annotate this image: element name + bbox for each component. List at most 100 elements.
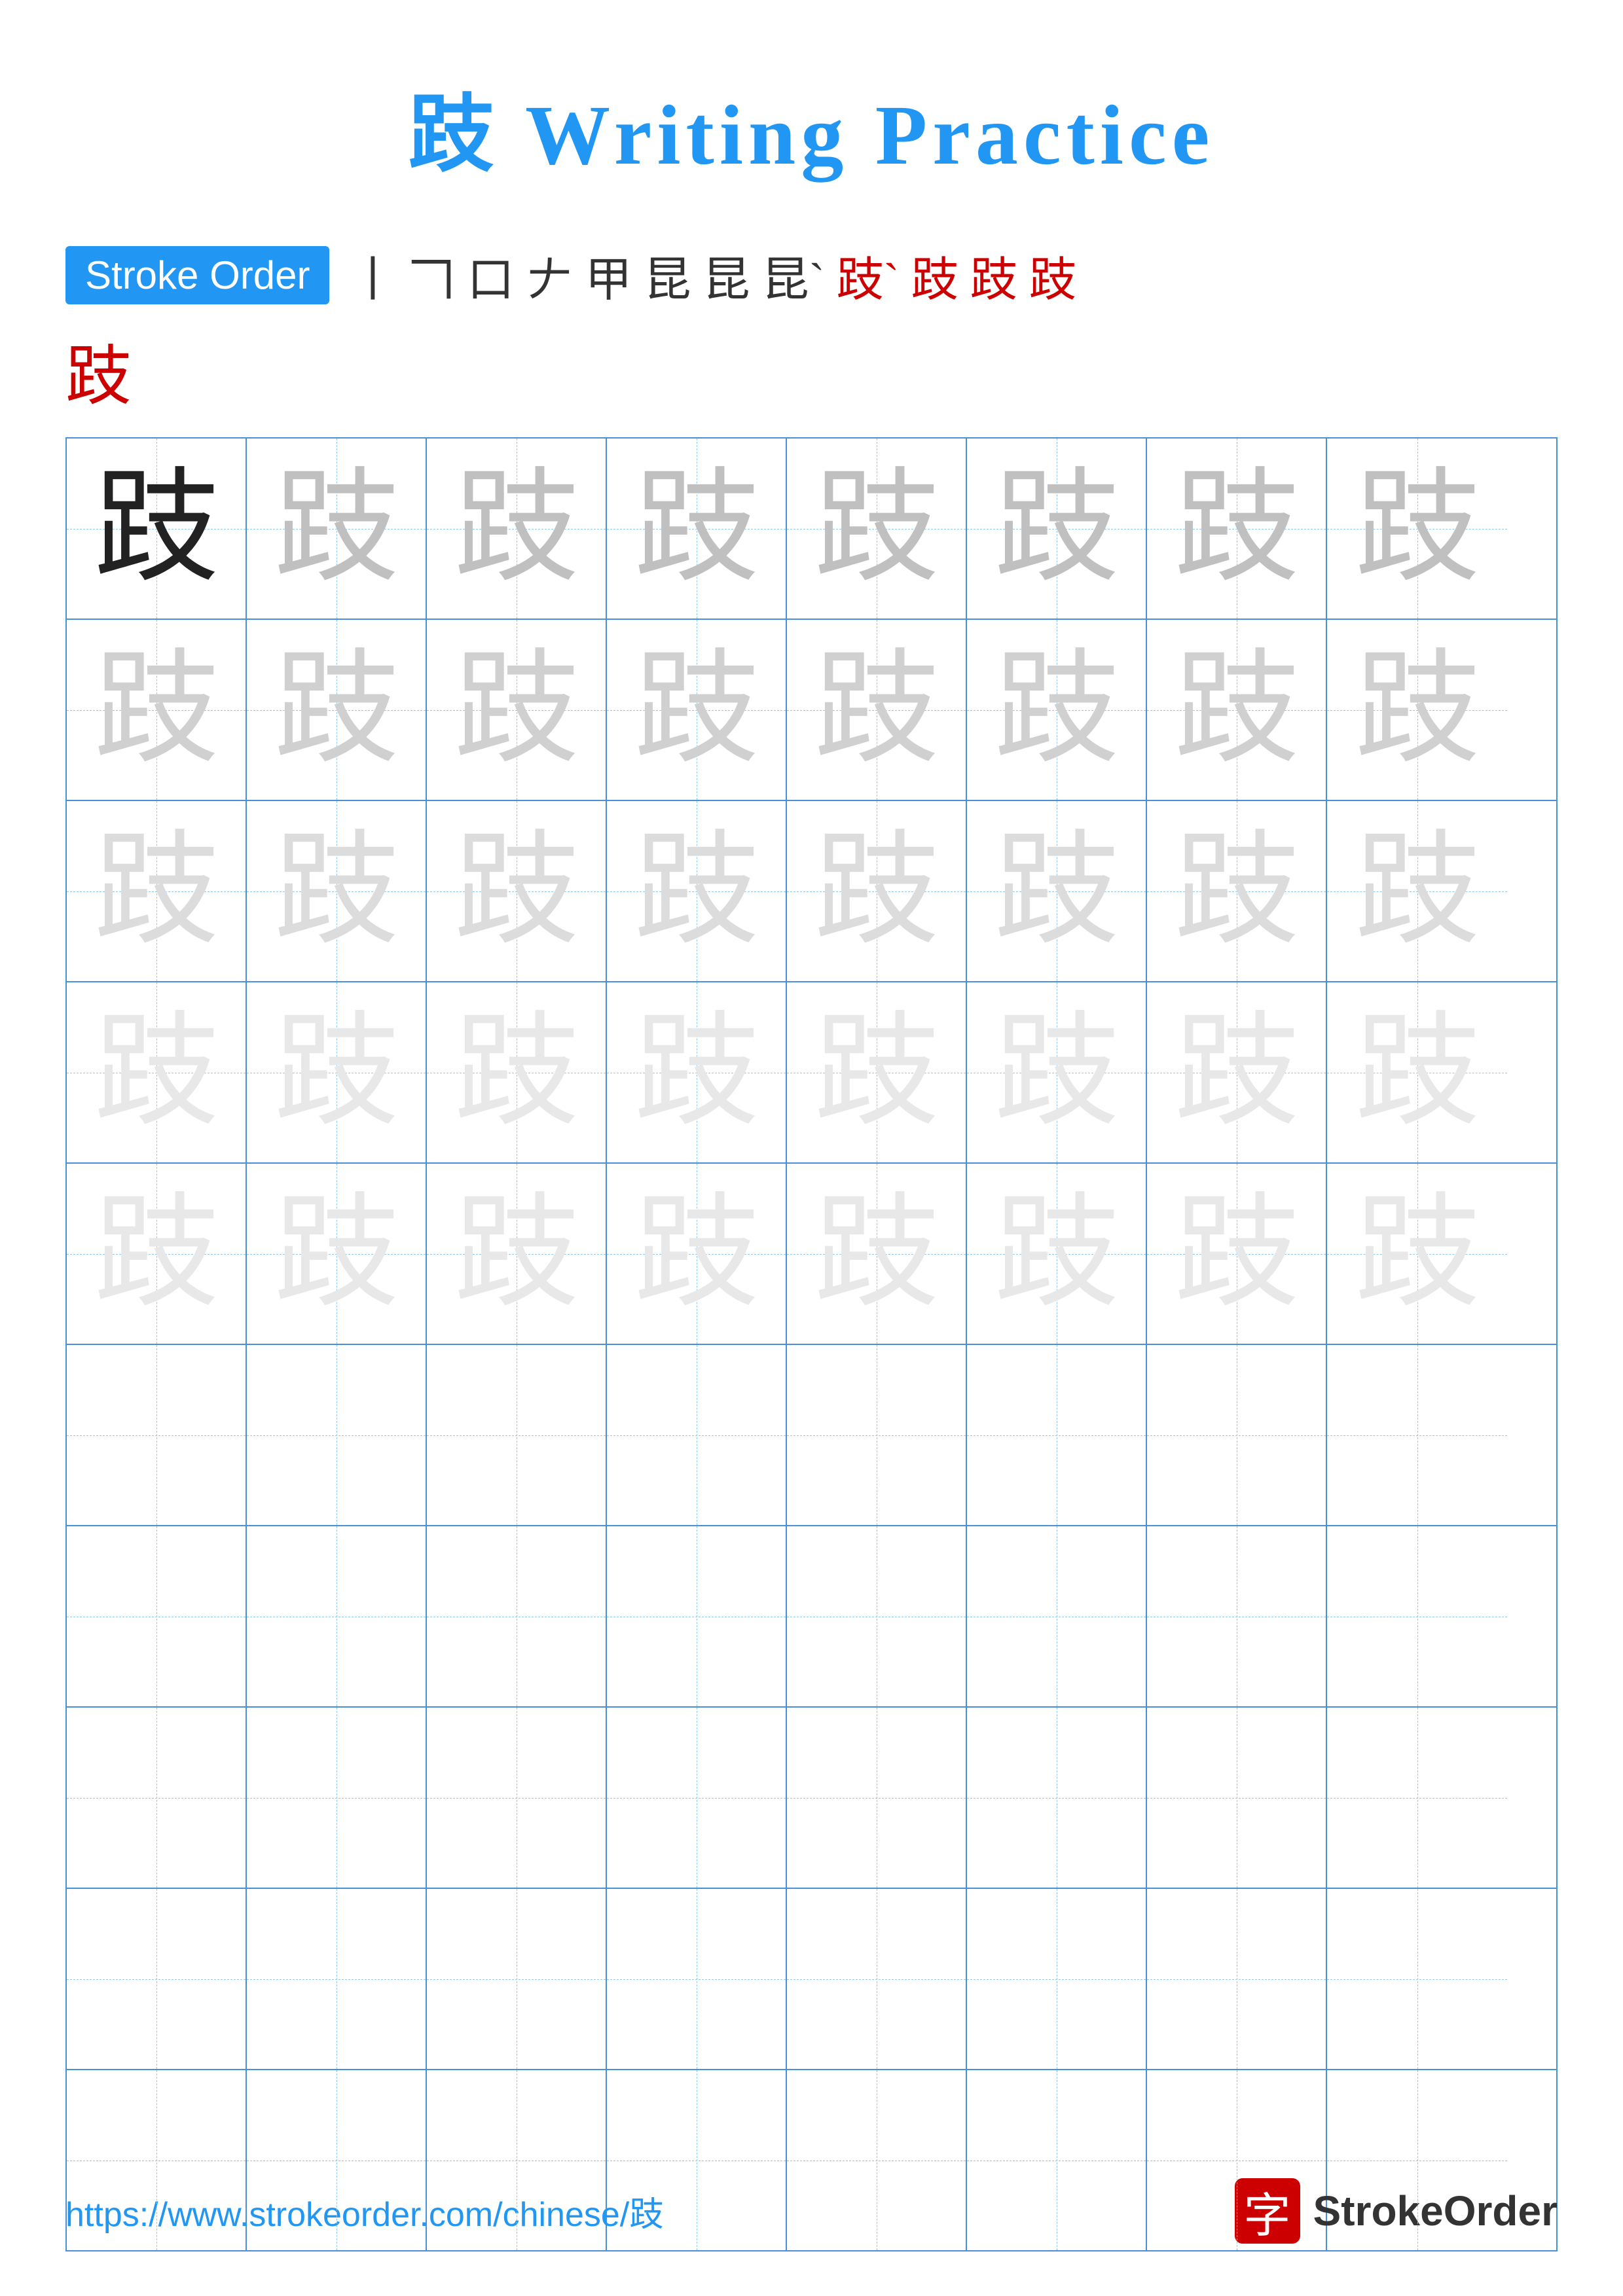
stroke-4: 𠂇 <box>526 241 574 310</box>
grid-row-5: 跂 跂 跂 跂 跂 跂 跂 跂 <box>67 1164 1556 1345</box>
char-2-3: 跂 <box>454 648 578 772</box>
grid-cell-4-6: 跂 <box>967 982 1147 1162</box>
grid-cell-9-5[interactable] <box>787 1889 967 2069</box>
stroke-order-section: Stroke Order 丨 𠃍 口 𠂇 甲 昆 昆 昆` 跂` 跂 跂 跂 <box>65 241 1558 310</box>
grid-cell-5-4: 跂 <box>607 1164 787 1344</box>
char-3-2: 跂 <box>274 829 398 954</box>
char-5-6: 跂 <box>994 1192 1118 1316</box>
grid-row-7 <box>67 1526 1556 1708</box>
footer-logo: 字 StrokeOrder <box>1235 2178 1558 2244</box>
grid-cell-8-5[interactable] <box>787 1708 967 1888</box>
grid-cell-8-1[interactable] <box>67 1708 247 1888</box>
grid-cell-9-4[interactable] <box>607 1889 787 2069</box>
grid-cell-8-8[interactable] <box>1327 1708 1507 1888</box>
grid-cell-2-1: 跂 <box>67 620 247 800</box>
grid-cell-6-4[interactable] <box>607 1345 787 1525</box>
grid-row-6 <box>67 1345 1556 1526</box>
grid-cell-6-2[interactable] <box>247 1345 427 1525</box>
stroke-9: 跂` <box>837 241 900 310</box>
grid-cell-7-5[interactable] <box>787 1526 967 1706</box>
grid-cell-7-8[interactable] <box>1327 1526 1507 1706</box>
grid-cell-5-1: 跂 <box>67 1164 247 1344</box>
char-3-6: 跂 <box>994 829 1118 954</box>
grid-cell-2-2: 跂 <box>247 620 427 800</box>
char-3-5: 跂 <box>814 829 938 954</box>
grid-cell-6-8[interactable] <box>1327 1345 1507 1525</box>
grid-cell-6-7[interactable] <box>1147 1345 1327 1525</box>
grid-row-2: 跂 跂 跂 跂 跂 跂 跂 跂 <box>67 620 1556 801</box>
grid-cell-9-7[interactable] <box>1147 1889 1327 2069</box>
char-1-5: 跂 <box>814 467 938 591</box>
grid-cell-9-6[interactable] <box>967 1889 1147 2069</box>
grid-cell-7-7[interactable] <box>1147 1526 1327 1706</box>
footer-logo-text: StrokeOrder <box>1313 2187 1558 2235</box>
grid-cell-2-8: 跂 <box>1327 620 1507 800</box>
grid-cell-1-6: 跂 <box>967 439 1147 619</box>
grid-cell-9-1[interactable] <box>67 1889 247 2069</box>
stroke-1: 丨 <box>349 241 396 310</box>
grid-cell-9-2[interactable] <box>247 1889 427 2069</box>
grid-cell-3-4: 跂 <box>607 801 787 981</box>
stroke-11: 跂 <box>970 241 1017 310</box>
grid-row-8 <box>67 1708 1556 1889</box>
grid-cell-6-1[interactable] <box>67 1345 247 1525</box>
grid-cell-2-5: 跂 <box>787 620 967 800</box>
grid-cell-1-4: 跂 <box>607 439 787 619</box>
grid-cell-3-7: 跂 <box>1147 801 1327 981</box>
stroke-3: 口 <box>467 241 514 310</box>
footer-url[interactable]: https://www.strokeorder.com/chinese/跂 <box>65 2187 663 2236</box>
char-2-8: 跂 <box>1355 648 1479 772</box>
char-1-8: 跂 <box>1355 467 1479 591</box>
char-5-7: 跂 <box>1174 1192 1298 1316</box>
grid-cell-6-3[interactable] <box>427 1345 607 1525</box>
char-1-3: 跂 <box>454 467 578 591</box>
grid-cell-7-2[interactable] <box>247 1526 427 1706</box>
char-3-7: 跂 <box>1174 829 1298 954</box>
grid-cell-8-3[interactable] <box>427 1708 607 1888</box>
char-1-6: 跂 <box>994 467 1118 591</box>
grid-cell-6-5[interactable] <box>787 1345 967 1525</box>
char-3-1: 跂 <box>94 829 218 954</box>
grid-cell-1-7: 跂 <box>1147 439 1327 619</box>
grid-row-9 <box>67 1889 1556 2070</box>
grid-cell-5-5: 跂 <box>787 1164 967 1344</box>
char-4-3: 跂 <box>454 1011 578 1135</box>
grid-cell-5-8: 跂 <box>1327 1164 1507 1344</box>
grid-cell-7-6[interactable] <box>967 1526 1147 1706</box>
char-5-1: 跂 <box>94 1192 218 1316</box>
char-5-4: 跂 <box>634 1192 758 1316</box>
grid-cell-2-4: 跂 <box>607 620 787 800</box>
char-3-3: 跂 <box>454 829 578 954</box>
grid-cell-7-1[interactable] <box>67 1526 247 1706</box>
grid-cell-8-6[interactable] <box>967 1708 1147 1888</box>
grid-cell-4-1: 跂 <box>67 982 247 1162</box>
stroke-12: 跂 <box>1029 241 1076 310</box>
grid-cell-8-7[interactable] <box>1147 1708 1327 1888</box>
grid-cell-4-8: 跂 <box>1327 982 1507 1162</box>
grid-cell-7-4[interactable] <box>607 1526 787 1706</box>
footer: https://www.strokeorder.com/chinese/跂 字 … <box>65 2178 1558 2244</box>
char-4-4: 跂 <box>634 1011 758 1135</box>
grid-cell-4-4: 跂 <box>607 982 787 1162</box>
stroke-sequence: 丨 𠃍 口 𠂇 甲 昆 昆 昆` 跂` 跂 跂 跂 <box>349 241 1076 310</box>
char-4-5: 跂 <box>814 1011 938 1135</box>
grid-cell-6-6[interactable] <box>967 1345 1147 1525</box>
grid-cell-7-3[interactable] <box>427 1526 607 1706</box>
grid-row-4: 跂 跂 跂 跂 跂 跂 跂 跂 <box>67 982 1556 1164</box>
grid-cell-8-4[interactable] <box>607 1708 787 1888</box>
grid-cell-9-8[interactable] <box>1327 1889 1507 2069</box>
grid-cell-9-3[interactable] <box>427 1889 607 2069</box>
char-5-2: 跂 <box>274 1192 398 1316</box>
grid-cell-3-2: 跂 <box>247 801 427 981</box>
grid-cell-1-8: 跂 <box>1327 439 1507 619</box>
char-1-1: 跂 <box>94 467 218 591</box>
stroke-5: 甲 <box>585 241 632 310</box>
grid-cell-4-2: 跂 <box>247 982 427 1162</box>
grid-cell-8-2[interactable] <box>247 1708 427 1888</box>
grid-row-3: 跂 跂 跂 跂 跂 跂 跂 跂 <box>67 801 1556 982</box>
stroke-2: 𠃍 <box>408 241 455 310</box>
grid-cell-5-3: 跂 <box>427 1164 607 1344</box>
grid-cell-5-7: 跂 <box>1147 1164 1327 1344</box>
stroke-8: 昆` <box>762 241 825 310</box>
char-4-6: 跂 <box>994 1011 1118 1135</box>
